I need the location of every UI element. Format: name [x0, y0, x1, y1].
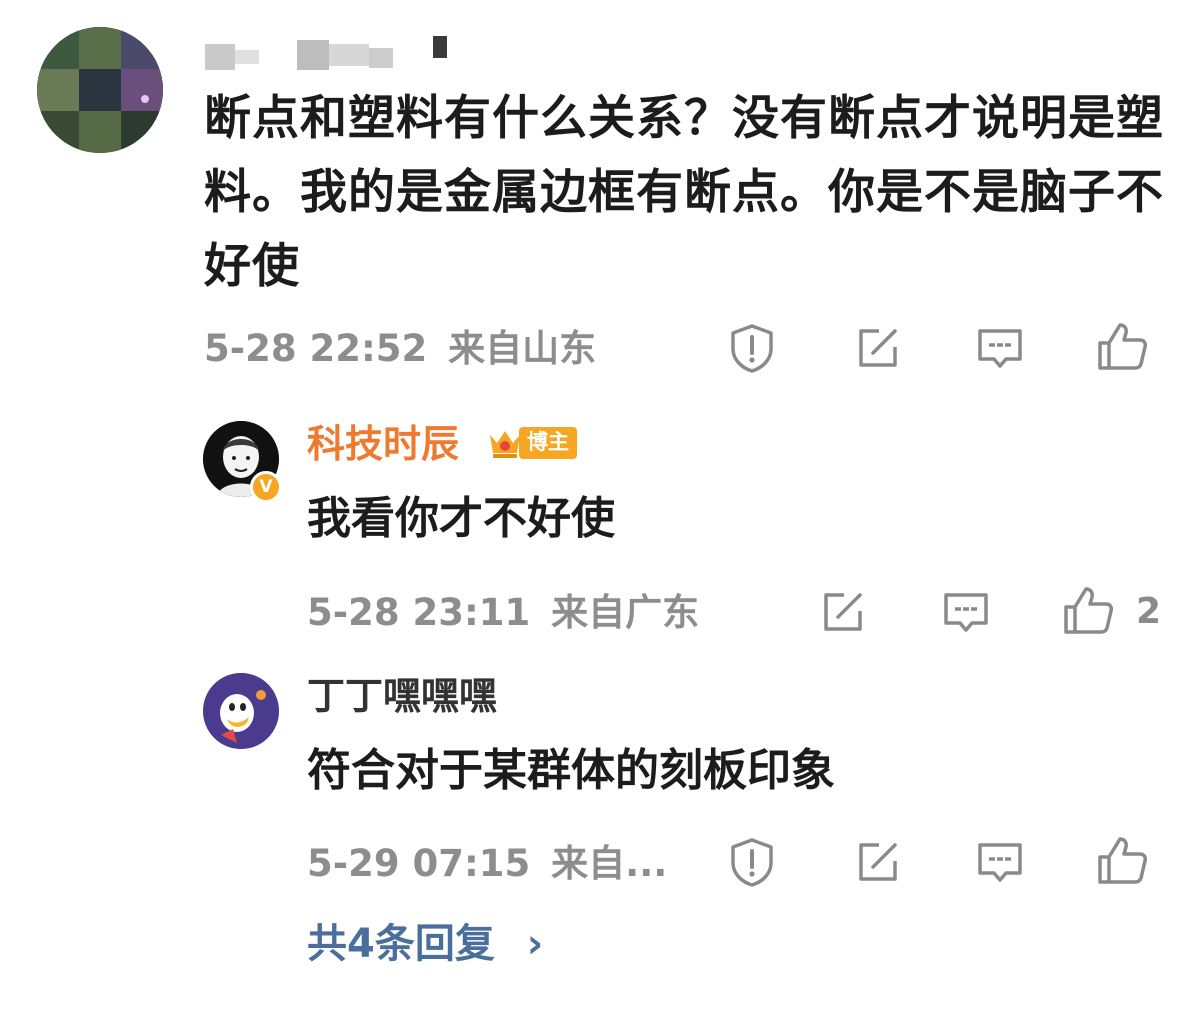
crown-icon — [490, 431, 520, 458]
share-icon[interactable] — [815, 584, 871, 640]
reply-time: 5-29 07:15 — [307, 842, 531, 885]
comment-meta: 5-28 22:52 来自山东 — [204, 330, 596, 367]
comment-icon[interactable] — [938, 584, 994, 640]
commenter-username-blurred[interactable] — [205, 30, 455, 78]
reply-username[interactable]: 丁丁嘿嘿嘿 — [307, 677, 497, 715]
reply-text: 我看你才不好使 — [307, 493, 615, 544]
commenter-avatar[interactable] — [37, 27, 163, 153]
like-icon[interactable] — [1094, 318, 1150, 374]
comment-text: 断点和塑料有什么关系？没有断点才说明是塑料。我的是金属边框有断点。你是不是脑子不… — [204, 91, 1164, 294]
share-icon[interactable] — [850, 320, 906, 376]
comment-location: 来自山东 — [448, 327, 597, 370]
like-count: 2 — [1136, 591, 1162, 632]
reply-username[interactable]: 科技时辰 — [307, 425, 459, 463]
like-icon[interactable] — [1094, 832, 1150, 888]
chevron-right-icon: › — [526, 921, 544, 967]
reply-location: 来自... — [551, 842, 668, 885]
more-replies-link[interactable]: 共4条回复 › — [307, 924, 543, 964]
share-icon[interactable] — [850, 834, 906, 890]
comment-icon[interactable] — [972, 320, 1028, 376]
blogger-badge-label: 博主 — [519, 427, 577, 459]
blogger-badge: 博主 — [487, 424, 577, 462]
reply-location: 来自广东 — [551, 591, 700, 634]
comment-icon[interactable] — [972, 834, 1028, 890]
like-icon[interactable] — [1060, 582, 1116, 638]
reply-text: 符合对于某群体的刻板印象 — [307, 745, 835, 796]
report-icon[interactable] — [724, 834, 780, 890]
reply-meta: 5-28 23:11 来自广东 — [307, 594, 699, 631]
reply-meta: 5-29 07:15 来自... — [307, 845, 667, 882]
report-icon[interactable] — [724, 320, 780, 376]
more-replies-label: 共4条回复 — [307, 921, 495, 967]
reply-time: 5-28 23:11 — [307, 591, 531, 634]
comment-time: 5-28 22:52 — [204, 327, 428, 370]
verified-badge: V — [250, 471, 282, 503]
reply-avatar[interactable] — [203, 673, 279, 749]
